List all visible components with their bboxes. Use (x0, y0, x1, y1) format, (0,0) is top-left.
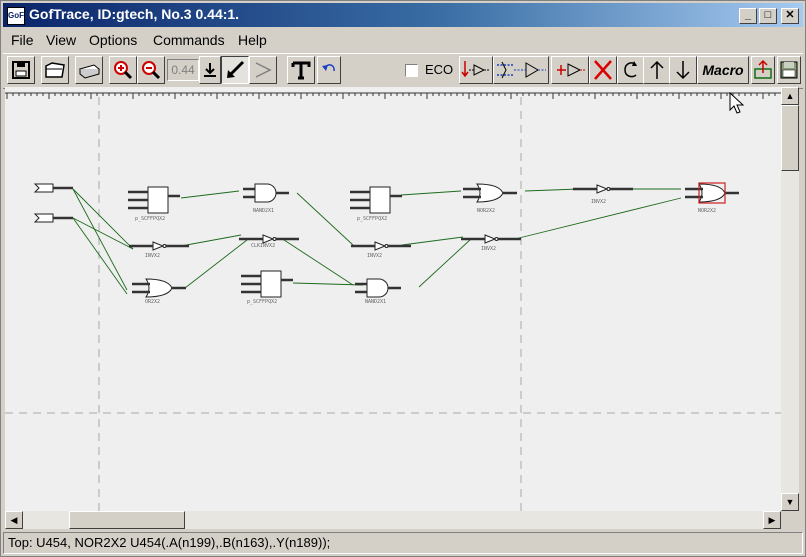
cell-instances (128, 182, 739, 298)
scroll-up-button[interactable]: ▲ (781, 87, 799, 105)
flip-flop-cell[interactable] (369, 186, 391, 214)
app-icon: GoF (7, 7, 25, 25)
scroll-down-button[interactable]: ▼ (781, 493, 799, 511)
cell-label: NAND2X1 (365, 299, 386, 305)
save-db-icon[interactable] (777, 56, 801, 84)
window-title: GofTrace, ID:gtech, No.3 0.44:1. (29, 6, 240, 22)
menu-file[interactable]: File (11, 32, 34, 48)
export-icon[interactable] (751, 56, 775, 84)
main-window: GoF GofTrace, ID:gtech, No.3 0.44:1. _ □… (0, 0, 806, 557)
schematic-canvas[interactable]: p_SCFFPQX2 NAND2X1 p_SCFFPQX2 NOR2X2 INV… (5, 87, 781, 511)
scroll-right-button[interactable]: ▶ (763, 511, 781, 529)
maximize-button[interactable]: □ (759, 8, 777, 24)
inverter-cell[interactable] (262, 234, 275, 244)
nand-gate-cell[interactable] (366, 278, 389, 298)
inverter-cell[interactable] (596, 184, 609, 194)
toolbar: 0.44 ECO Macro (3, 53, 803, 89)
cell-label: p_SCFFPQX2 (135, 216, 165, 222)
cell-label: p_SCFFPQX2 (247, 299, 277, 305)
trace-path-icon[interactable] (493, 56, 549, 84)
macro-button[interactable]: Macro (697, 56, 749, 84)
up-arrow-icon[interactable] (643, 56, 671, 84)
open-icon[interactable] (41, 56, 69, 84)
mouse-cursor-icon (729, 92, 745, 114)
cell-label: INVX2 (591, 199, 606, 205)
delete-icon[interactable] (589, 56, 617, 84)
input-port[interactable] (33, 213, 73, 223)
minimize-button[interactable]: _ (739, 8, 757, 24)
title-bar[interactable]: GoF GofTrace, ID:gtech, No.3 0.44:1. _ □… (3, 3, 803, 27)
cell-label: NOR2X2 (477, 208, 495, 214)
menu-options[interactable]: Options (89, 32, 137, 48)
menu-bar: File View Options Commands Help (3, 29, 803, 51)
horizontal-scrollbar[interactable]: ◀ ▶ (5, 511, 781, 529)
or-gate-cell[interactable] (698, 183, 726, 203)
cell-label: OR2X2 (145, 299, 160, 305)
cell-label: CLKINVX2 (251, 243, 275, 249)
ruler-ticks (6, 93, 776, 99)
cell-label: NOR2X2 (698, 208, 716, 214)
status-bar: Top: U454, NOR2X2 U454(.A(n199),.B(n163)… (3, 532, 803, 554)
status-text: Top: U454, NOR2X2 U454(.A(n199),.B(n163)… (8, 535, 331, 550)
trace-fanin-icon[interactable] (459, 56, 493, 84)
flip-flop-cell[interactable] (147, 186, 169, 214)
horizontal-scroll-thumb[interactable] (69, 511, 185, 529)
inverter-cell[interactable] (152, 241, 165, 251)
eco-checkbox[interactable] (405, 64, 418, 77)
vertical-scroll-thumb[interactable] (781, 105, 799, 171)
menu-commands[interactable]: Commands (153, 32, 225, 48)
close-button[interactable]: ✕ (781, 8, 799, 24)
zoom-value[interactable]: 0.44 (167, 59, 199, 81)
nand-gate-cell[interactable] (254, 183, 277, 203)
text-tool-icon[interactable] (287, 56, 315, 84)
menu-view[interactable]: View (46, 32, 76, 48)
cell-label: NAND2X1 (253, 208, 274, 214)
schematic-drawing[interactable]: p_SCFFPQX2 NAND2X1 p_SCFFPQX2 NOR2X2 INV… (5, 87, 781, 511)
flip-flop-cell[interactable] (260, 270, 282, 298)
undo-icon[interactable] (317, 56, 341, 84)
or-gate-cell[interactable] (476, 183, 504, 203)
vertical-scrollbar[interactable]: ▲ ▼ (781, 87, 799, 511)
input-port[interactable] (33, 183, 73, 193)
inverter-cell[interactable] (484, 234, 497, 244)
zoom-out-icon[interactable] (137, 56, 165, 84)
pointer-arrow-icon[interactable] (221, 56, 249, 84)
cell-label: INVX2 (481, 246, 496, 252)
zoom-in-icon[interactable] (109, 56, 137, 84)
trace-fanout-icon[interactable] (551, 56, 589, 84)
download-arrow-icon[interactable] (199, 56, 221, 84)
wire-icon[interactable] (249, 56, 277, 84)
grid-vertical-lines (98, 97, 522, 511)
cell-label: INVX2 (367, 253, 382, 259)
save-icon[interactable] (7, 56, 35, 84)
eco-label: ECO (425, 62, 454, 77)
scroll-left-button[interactable]: ◀ (5, 511, 23, 529)
cell-label: INVX2 (145, 253, 160, 259)
down-arrow-icon[interactable] (669, 56, 697, 84)
cell-label: p_SCFFPQX2 (357, 216, 387, 222)
menu-help[interactable]: Help (238, 32, 267, 48)
print-icon[interactable] (75, 56, 103, 84)
or-gate-cell[interactable] (145, 278, 173, 298)
refresh-icon[interactable] (617, 56, 645, 84)
inverter-cell[interactable] (374, 241, 387, 251)
